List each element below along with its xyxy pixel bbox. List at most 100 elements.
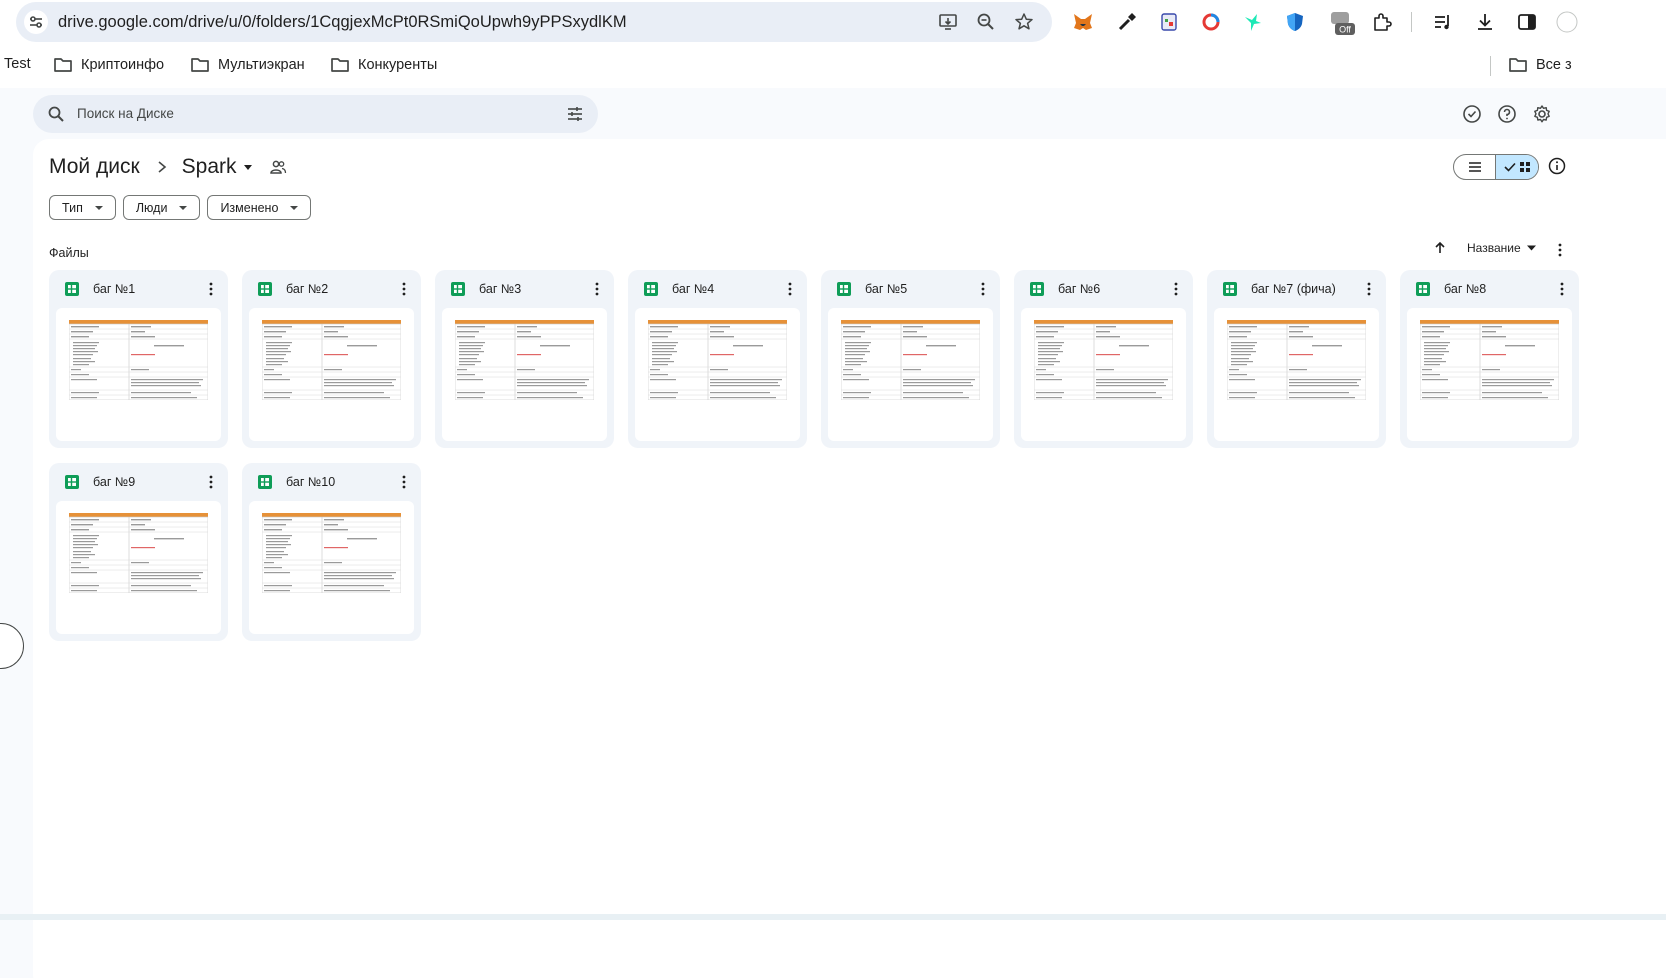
bookmark-folder-all[interactable]: Все з [1508, 56, 1572, 74]
more-vert-icon[interactable] [1557, 243, 1563, 257]
help-icon[interactable] [1497, 104, 1517, 124]
bookmarks-divider [1490, 56, 1491, 76]
url-text[interactable]: drive.google.com/drive/u/0/folders/1Cqgj… [58, 13, 627, 32]
file-thumbnail[interactable] [249, 308, 414, 441]
more-vert-icon[interactable] [401, 475, 407, 489]
file-card-header: баг №8 [1400, 270, 1579, 308]
file-card[interactable]: баг №5 [821, 270, 1000, 448]
file-thumbnail[interactable] [1021, 308, 1186, 441]
more-vert-icon[interactable] [980, 282, 986, 296]
file-card[interactable]: баг №1 [49, 270, 228, 448]
document-extension-icon[interactable] [1158, 11, 1180, 33]
file-name[interactable]: баг №9 [93, 475, 135, 489]
media-controls-icon[interactable] [1432, 11, 1454, 33]
search-icon[interactable] [47, 105, 65, 123]
drive-content-panel: Мой диск Spark Тип Люди Изменено Файлы Н… [33, 139, 1666, 978]
list-view-button[interactable] [1454, 155, 1497, 179]
spreadsheet-preview [1227, 320, 1366, 400]
more-vert-icon[interactable] [208, 282, 214, 296]
file-name[interactable]: баг №8 [1444, 282, 1486, 296]
file-card-header: баг №1 [49, 270, 228, 308]
bird-extension-icon[interactable] [1242, 11, 1264, 33]
grid-view-button[interactable] [1496, 155, 1538, 179]
caret-down-icon[interactable] [243, 162, 253, 172]
bookmark-test[interactable]: Test [4, 56, 31, 72]
more-vert-icon[interactable] [787, 282, 793, 296]
sort-control[interactable]: Название [1433, 241, 1536, 255]
file-thumbnail[interactable] [828, 308, 993, 441]
more-vert-icon[interactable] [208, 475, 214, 489]
side-panel-icon[interactable] [1516, 11, 1538, 33]
sort-by-name[interactable]: Название [1467, 241, 1521, 255]
address-bar[interactable]: drive.google.com/drive/u/0/folders/1Cqgj… [16, 2, 1052, 42]
bookmark-star-icon[interactable] [1014, 12, 1034, 32]
bookmark-label: Мультиэкран [218, 57, 305, 73]
google-sheets-icon [837, 282, 851, 296]
file-name[interactable]: баг №5 [865, 282, 907, 296]
breadcrumb-my-drive[interactable]: Мой диск [49, 155, 140, 179]
file-thumbnail[interactable] [56, 308, 221, 441]
file-card[interactable]: баг №6 [1014, 270, 1193, 448]
file-card[interactable]: баг №7 (фича) [1207, 270, 1386, 448]
file-thumbnail[interactable] [635, 308, 800, 441]
color-picker-extension-icon[interactable] [1116, 11, 1138, 33]
file-card[interactable]: баг №10 [242, 463, 421, 641]
file-name[interactable]: баг №1 [93, 282, 135, 296]
file-thumbnail[interactable] [1407, 308, 1572, 441]
search-input[interactable]: Поиск на Диске [77, 106, 174, 121]
file-card-header: баг №3 [435, 270, 614, 308]
file-thumbnail[interactable] [56, 501, 221, 634]
downloads-icon[interactable] [1474, 11, 1496, 33]
file-thumbnail[interactable] [442, 308, 607, 441]
search-options-icon[interactable] [566, 105, 584, 123]
file-name[interactable]: баг №4 [672, 282, 714, 296]
file-name[interactable]: баг №10 [286, 475, 335, 489]
file-card[interactable]: баг №4 [628, 270, 807, 448]
view-toggle[interactable] [1453, 154, 1539, 180]
zoom-out-icon[interactable] [976, 12, 996, 32]
bookmark-folder-cryptoinfo[interactable]: Криптоинфо [53, 56, 164, 74]
extensions-puzzle-icon[interactable] [1370, 11, 1392, 33]
offline-ready-icon[interactable] [1462, 104, 1482, 124]
site-info-icon[interactable] [24, 10, 48, 34]
file-card[interactable]: баг №8 [1400, 270, 1579, 448]
file-name[interactable]: баг №6 [1058, 282, 1100, 296]
bookmark-label: Test [4, 56, 31, 72]
breadcrumb-current-folder[interactable]: Spark [182, 155, 237, 179]
more-vert-icon[interactable] [401, 282, 407, 296]
file-card[interactable]: баг №3 [435, 270, 614, 448]
profile-avatar-icon[interactable] [1556, 11, 1578, 33]
file-thumbnail[interactable] [1214, 308, 1379, 441]
settings-gear-icon[interactable] [1532, 104, 1552, 124]
spreadsheet-preview [262, 320, 401, 400]
more-vert-icon[interactable] [1559, 282, 1565, 296]
bookmark-folder-competitors[interactable]: Конкуренты [330, 56, 437, 74]
filter-people-chip[interactable]: Люди [122, 195, 201, 220]
file-card[interactable]: баг №2 [242, 270, 421, 448]
drive-search-bar[interactable]: Поиск на Диске [33, 95, 598, 133]
file-card[interactable]: баг №9 [49, 463, 228, 641]
info-icon[interactable] [1548, 157, 1566, 175]
off-extension-icon[interactable]: Off [1328, 11, 1356, 35]
filter-modified-chip[interactable]: Изменено [207, 195, 312, 220]
more-vert-icon[interactable] [594, 282, 600, 296]
file-thumbnail[interactable] [249, 501, 414, 634]
filter-type-chip[interactable]: Тип [49, 195, 116, 220]
chip-label: Изменено [220, 200, 279, 215]
file-name[interactable]: баг №2 [286, 282, 328, 296]
install-app-icon[interactable] [938, 12, 958, 32]
file-name[interactable]: баг №7 (фича) [1251, 282, 1336, 296]
bookmark-folder-multiscreen[interactable]: Мультиэкран [190, 56, 305, 74]
circle-extension-icon[interactable] [1200, 11, 1222, 33]
caret-down-icon [290, 205, 299, 210]
shield-extension-icon[interactable] [1284, 11, 1306, 33]
spreadsheet-preview [69, 320, 208, 400]
more-vert-icon[interactable] [1366, 282, 1372, 296]
google-sheets-icon [258, 475, 272, 489]
metamask-extension-icon[interactable] [1072, 11, 1094, 33]
google-sheets-icon [1223, 282, 1237, 296]
side-handle[interactable] [0, 623, 24, 669]
sort-direction-arrow-icon[interactable] [1433, 241, 1447, 255]
file-name[interactable]: баг №3 [479, 282, 521, 296]
more-vert-icon[interactable] [1173, 282, 1179, 296]
